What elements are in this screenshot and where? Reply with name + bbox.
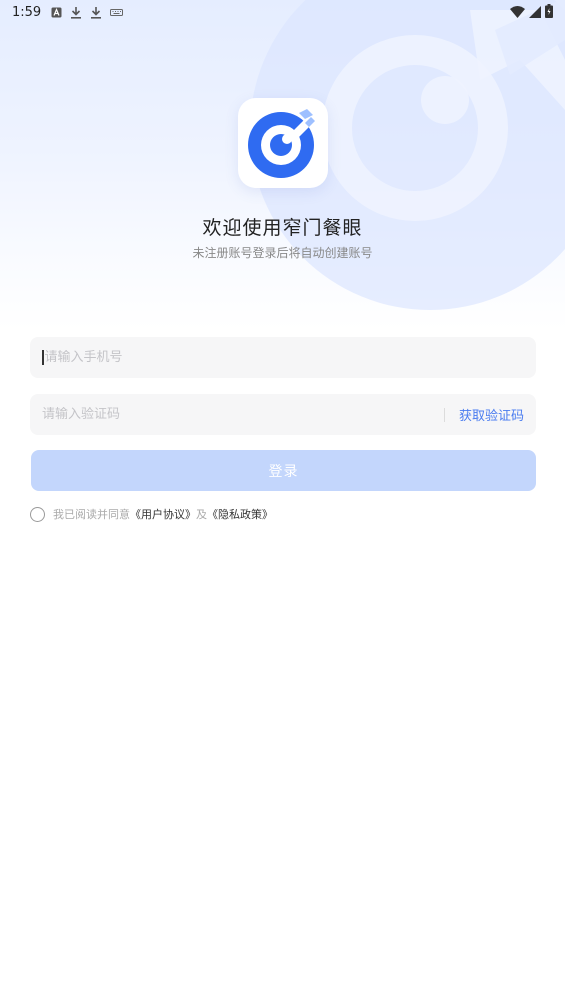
app-logo — [238, 98, 328, 188]
a-notification-icon — [51, 7, 62, 18]
app-logo-icon — [248, 109, 315, 178]
keyboard-icon — [110, 8, 124, 17]
status-system-icons — [510, 3, 553, 22]
agreement-prefix: 我已阅读并同意 — [53, 508, 130, 521]
signal-icon — [529, 3, 541, 22]
user-agreement-link[interactable]: 《用户协议》 — [130, 506, 196, 522]
agreement-checkbox[interactable] — [30, 506, 45, 522]
agreement-row: 我已阅读并同意 《用户协议》 及 《隐私政策》 — [30, 506, 273, 522]
agreement-joiner: 及 — [196, 508, 207, 521]
download-icon — [70, 6, 82, 19]
download-icon — [90, 6, 102, 19]
status-bar: 1:59 — [0, 0, 565, 24]
phone-field[interactable] — [30, 337, 536, 378]
get-code-button[interactable]: 获取验证码 — [459, 405, 524, 424]
verification-code-field[interactable]: 获取验证码 — [30, 394, 536, 435]
privacy-policy-link[interactable]: 《隐私政策》 — [207, 506, 273, 522]
status-notification-icons — [51, 6, 124, 19]
wifi-icon — [510, 3, 525, 22]
battery-icon — [545, 3, 553, 22]
field-divider — [443, 407, 445, 422]
login-button[interactable]: 登录 — [31, 450, 536, 491]
phone-input[interactable] — [44, 350, 524, 365]
verification-code-input[interactable] — [42, 407, 436, 422]
text-cursor — [42, 350, 44, 365]
status-time: 1:59 — [12, 4, 42, 20]
page-title: 欢迎使用窄门餐眼 — [202, 217, 363, 239]
page-subtitle: 未注册账号登录后将自动创建账号 — [192, 246, 373, 260]
